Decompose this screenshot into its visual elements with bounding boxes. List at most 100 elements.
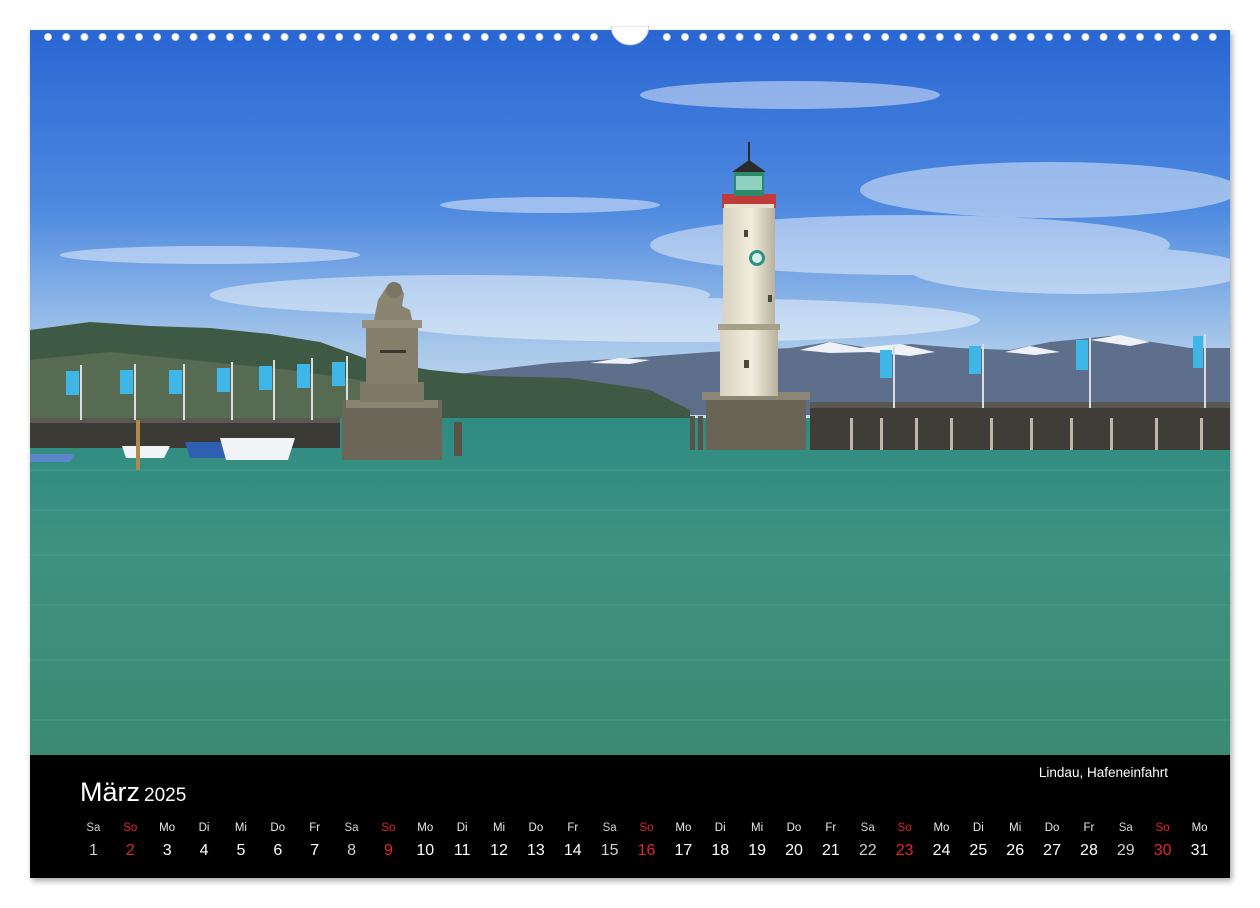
- binding-holes: [43, 26, 1217, 46]
- binding-hole: [662, 33, 671, 41]
- binding-hole: [298, 33, 307, 41]
- weekday-label: Mo: [417, 822, 434, 834]
- binding-hole: [571, 33, 580, 41]
- binding-hole: [225, 33, 234, 41]
- binding-hole: [699, 33, 708, 41]
- day-column: Fr 7: [296, 818, 333, 864]
- day-grid: Sa 1 So 2 Mo 3 Di 4 Mi 5 Do 6 Fr 7 Sa 8 So 9 Mo 10 Di 11 Mi 12 D…: [75, 818, 1218, 864]
- day-column: Mi 19: [739, 818, 776, 864]
- day-column: Do 20: [776, 818, 813, 864]
- day-number: 26: [1006, 842, 1025, 859]
- weekday-label: Do: [270, 822, 286, 834]
- day-number: 21: [821, 842, 840, 859]
- day-number: 24: [932, 842, 951, 859]
- month-title: März 2025: [80, 777, 186, 808]
- binding-hole: [207, 33, 216, 41]
- day-number: 31: [1190, 842, 1209, 859]
- weekday-label: So: [123, 822, 138, 834]
- weekday-label: Sa: [602, 822, 617, 834]
- binding-hole: [990, 33, 999, 41]
- weekday-label: Sa: [1118, 822, 1133, 834]
- binding-hole: [1099, 33, 1108, 41]
- day-column: Di 11: [444, 818, 481, 864]
- weekday-label: So: [1155, 822, 1170, 834]
- month-year: 2025: [144, 785, 187, 806]
- binding-hole: [917, 33, 926, 41]
- month-name: März: [80, 777, 140, 807]
- binding-hole: [935, 33, 944, 41]
- binding-hole: [808, 33, 817, 41]
- binding-hole: [244, 33, 253, 41]
- binding-hole: [189, 33, 198, 41]
- binding-hole: [517, 33, 526, 41]
- day-column: So 2: [112, 818, 149, 864]
- binding-hole: [1081, 33, 1090, 41]
- binding-hole: [590, 33, 599, 41]
- day-column: Mo 24: [923, 818, 960, 864]
- day-column: Sa 8: [333, 818, 370, 864]
- binding-hole: [426, 33, 435, 41]
- day-number: 19: [748, 842, 766, 859]
- binding-hole: [444, 33, 453, 41]
- weekday-label: Fr: [309, 822, 321, 834]
- day-column: So 16: [628, 818, 665, 864]
- binding-hole: [881, 33, 890, 41]
- day-number: 20: [785, 842, 803, 859]
- day-column: Do 13: [517, 818, 554, 864]
- day-column: Mo 3: [149, 818, 186, 864]
- day-column: Sa 22: [849, 818, 886, 864]
- day-number: 28: [1080, 842, 1098, 859]
- binding-hole: [1117, 33, 1126, 41]
- binding-hole: [1136, 33, 1145, 41]
- binding-hole: [43, 33, 52, 41]
- day-number: 6: [273, 842, 283, 859]
- day-number: 25: [969, 842, 988, 859]
- weekday-label: Mi: [234, 822, 247, 834]
- binding-hole: [480, 33, 489, 41]
- day-column: Mo 31: [1181, 818, 1218, 864]
- day-number: 30: [1153, 842, 1172, 859]
- weekday-label: Mo: [1191, 822, 1208, 834]
- weekday-label: Do: [528, 822, 544, 834]
- binding-hole: [826, 33, 835, 41]
- weekday-label: Fr: [1083, 822, 1095, 834]
- binding-hole: [80, 33, 89, 41]
- binding-hole: [116, 33, 125, 41]
- binding-hole: [1063, 33, 1072, 41]
- binding-hole: [98, 33, 107, 41]
- day-number: 23: [895, 842, 914, 859]
- weekday-label: Mi: [492, 822, 506, 834]
- day-number: 15: [600, 842, 619, 859]
- hanger-notch: [610, 26, 650, 46]
- day-number: 27: [1043, 842, 1061, 859]
- weekday-label: So: [897, 822, 912, 834]
- weekday-label: Di: [198, 822, 210, 834]
- binding-hole: [972, 33, 981, 41]
- binding-hole: [353, 33, 362, 41]
- calendar-strip: Lindau, Hafeneinfahrt März 2025 Sa 1 So 2 Mo 3…: [30, 755, 1230, 878]
- weekday-label: Do: [1044, 822, 1060, 834]
- day-number: 18: [711, 842, 730, 859]
- day-number: 3: [162, 842, 172, 859]
- binding-hole: [462, 33, 471, 41]
- binding-hole: [389, 33, 398, 41]
- day-number: 14: [563, 842, 582, 859]
- day-column: Di 25: [960, 818, 997, 864]
- weekday-label: Di: [714, 822, 726, 834]
- binding-hole: [681, 33, 690, 41]
- day-column: Mi 12: [481, 818, 518, 864]
- day-column: Do 6: [259, 818, 296, 864]
- day-number: 2: [125, 842, 135, 859]
- binding-hole: [335, 33, 344, 41]
- binding-hole: [1208, 33, 1217, 41]
- day-column: So 9: [370, 818, 407, 864]
- binding-hole: [899, 33, 908, 41]
- binding-hole: [790, 33, 799, 41]
- calendar-page: Lindau, Hafeneinfahrt März 2025 Sa 1 So 2 Mo 3…: [30, 30, 1230, 878]
- binding-hole: [535, 33, 544, 41]
- binding-hole: [371, 33, 380, 41]
- weekday-label: Di: [972, 822, 984, 834]
- binding-hole: [772, 33, 781, 41]
- binding-hole: [280, 33, 289, 41]
- binding-hole: [62, 33, 71, 41]
